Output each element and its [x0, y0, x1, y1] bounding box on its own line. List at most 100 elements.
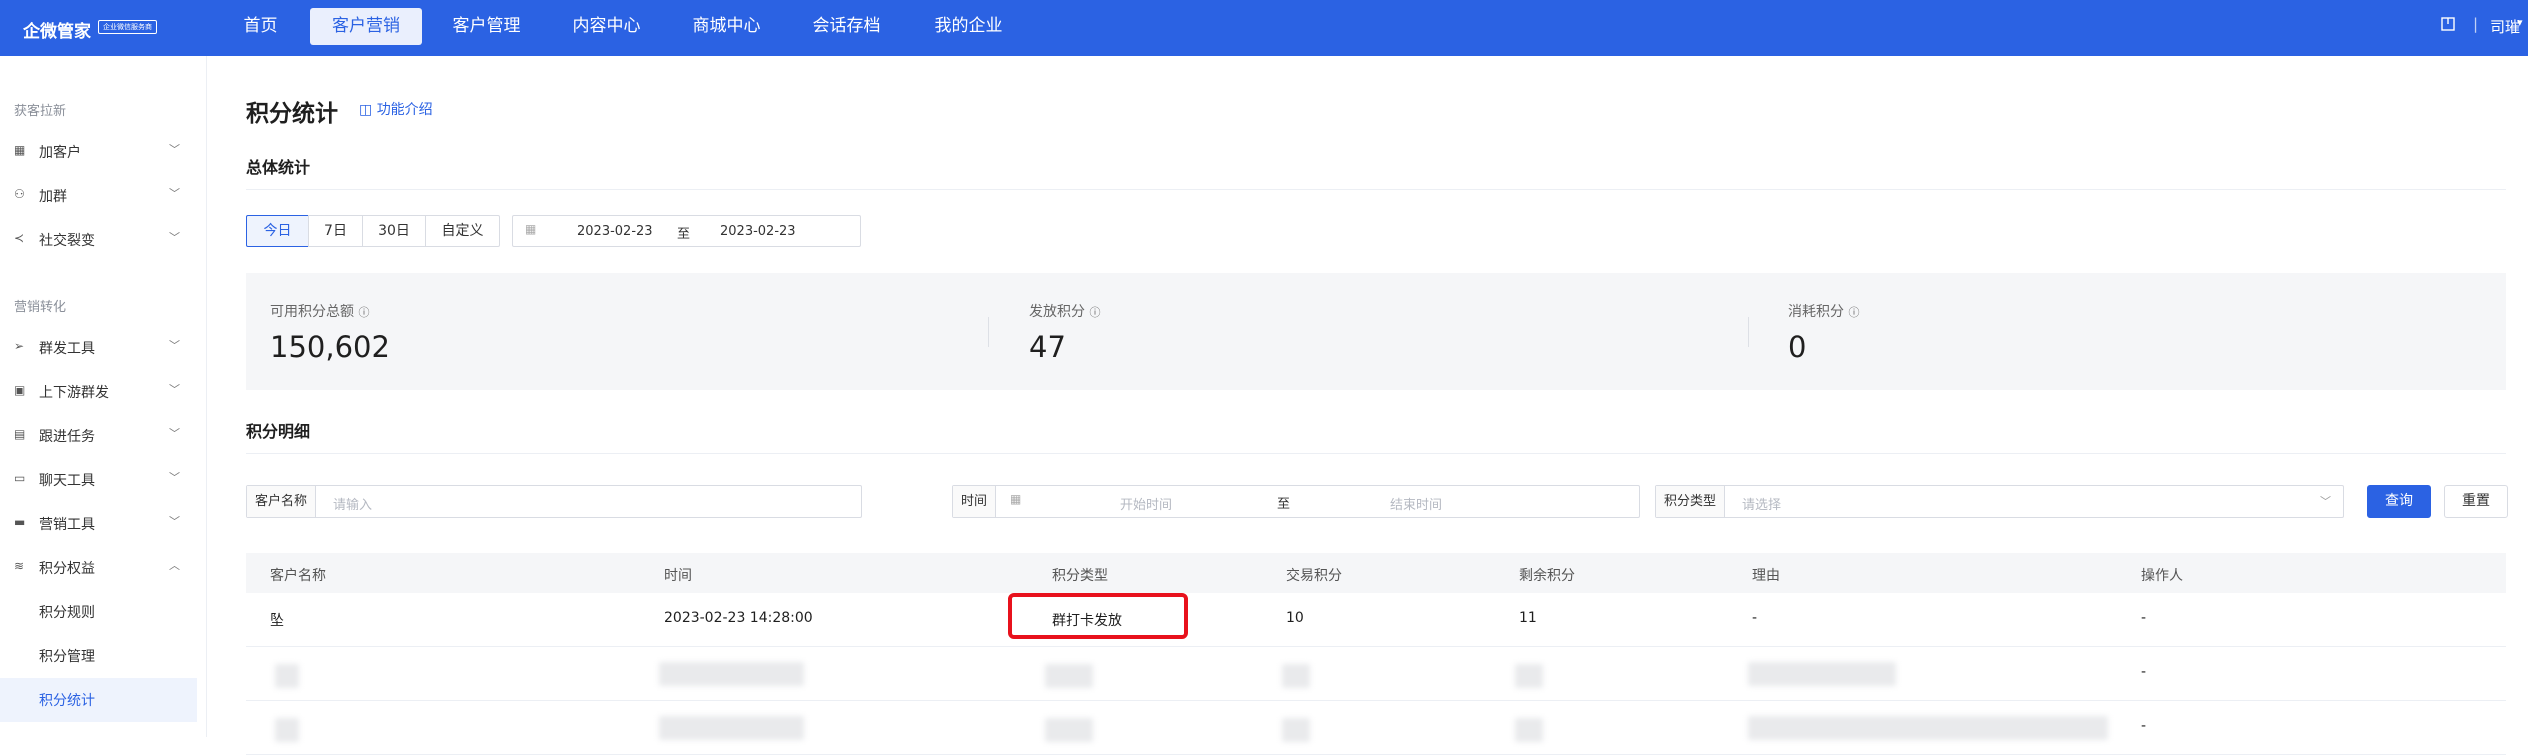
- date-end: 2023-02-23: [720, 224, 796, 239]
- redacted-cell: [1515, 664, 1543, 688]
- nav-mall-center[interactable]: 商城中心: [680, 8, 773, 45]
- nav-my-enterprise[interactable]: 我的企业: [922, 8, 1015, 45]
- cell-remaining-points: 11: [1519, 610, 1537, 626]
- chevron-down-icon: ﹀: [169, 427, 180, 440]
- nav-customer-management[interactable]: 客户管理: [440, 8, 533, 45]
- info-book-icon: ◫: [359, 102, 373, 118]
- date-separator: 至: [677, 227, 691, 242]
- sidebar-sub-points-rules[interactable]: 积分规则: [39, 602, 95, 622]
- page-title: 积分统计: [246, 101, 338, 127]
- annotation-highlight-box: [1008, 593, 1188, 639]
- sidebar-item-label: 跟进任务: [39, 429, 95, 445]
- user-plus-icon: ⚇: [14, 187, 25, 201]
- range-30-days[interactable]: 30日: [362, 215, 426, 247]
- send-icon: ➢: [14, 339, 25, 353]
- main-content: 积分统计 ◫ 功能介绍 总体统计 今日 7日 30日 自定义 ▦ 2023-02…: [207, 56, 2528, 755]
- sidebar-item-label: 上下游群发: [39, 385, 109, 401]
- stat-available-total-value: 150,602: [270, 330, 390, 364]
- col-operator: 操作人: [2141, 568, 2183, 584]
- time-separator: 至: [1277, 497, 1291, 512]
- redacted-cell: [275, 664, 299, 688]
- chevron-down-icon: ﹀: [169, 339, 180, 352]
- sidebar-item-label: 聊天工具: [39, 473, 95, 489]
- layers-icon: ≋: [14, 559, 25, 573]
- section-divider: [246, 189, 2506, 190]
- feature-intro-label: 功能介绍: [376, 102, 433, 118]
- time-start-input[interactable]: 开始时间: [1120, 494, 1172, 513]
- active-menu-highlight: [0, 678, 197, 722]
- stat-separator: [1748, 317, 1749, 347]
- nav-content-center[interactable]: 内容中心: [560, 8, 653, 45]
- nav-home[interactable]: 首页: [229, 8, 292, 45]
- points-type-select[interactable]: 请选择: [1742, 494, 1781, 513]
- top-separator: |: [2473, 15, 2479, 33]
- sidebar-item-label: 积分权益: [39, 561, 95, 577]
- time-end-input[interactable]: 结束时间: [1390, 494, 1442, 513]
- chat-icon: ▭: [14, 471, 26, 485]
- redacted-cell: [1282, 664, 1310, 688]
- date-start: 2023-02-23: [577, 224, 653, 239]
- redacted-cell: [1282, 718, 1310, 742]
- reset-button[interactable]: 重置: [2444, 485, 2508, 518]
- customer-name-input[interactable]: 请输入: [333, 494, 372, 513]
- cell-operator: -: [2141, 718, 2147, 734]
- info-icon: ⓘ: [1089, 306, 1101, 319]
- brand-name: 企微管家: [23, 22, 91, 42]
- top-navbar: 企微管家 企业微信服务商 首页 客户营销 客户管理 内容中心 商城中心 会话存档…: [0, 0, 2528, 56]
- chevron-down-icon: ﹀: [169, 515, 180, 528]
- chevron-down-icon: ﹀: [169, 187, 180, 200]
- user-name[interactable]: 司璀: [2490, 16, 2520, 37]
- monitor-icon: ▬: [14, 515, 26, 529]
- sidebar-item-label: 营销工具: [39, 517, 95, 533]
- sidebar-item-label: 社交裂变: [39, 233, 95, 249]
- redacted-cell: [1515, 718, 1543, 742]
- redacted-cell: [275, 718, 299, 742]
- table-header: 客户名称 时间 积分类型 交易积分 剩余积分 理由 操作人: [246, 553, 2506, 593]
- range-7-days[interactable]: 7日: [308, 215, 363, 247]
- nav-session-archive[interactable]: 会话存档: [800, 8, 893, 45]
- range-custom[interactable]: 自定义: [425, 215, 500, 247]
- row-divider: [246, 646, 2506, 647]
- sidebar-sub-points-statistics[interactable]: 积分统计: [39, 690, 95, 710]
- feature-intro-link[interactable]: ◫ 功能介绍: [359, 99, 433, 119]
- points-type-filter[interactable]: 积分类型 请选择 ﹀: [1655, 485, 2344, 518]
- redacted-cell: [1748, 716, 2108, 740]
- sidebar-group-conversion: 营销转化: [14, 300, 67, 315]
- building-icon: ▣: [14, 383, 26, 397]
- date-range-picker[interactable]: ▦ 2023-02-23 至 2023-02-23: [512, 215, 861, 247]
- share-icon: ≺: [14, 231, 25, 245]
- cell-transaction-points: 10: [1286, 610, 1304, 626]
- sidebar-sub-points-management[interactable]: 积分管理: [39, 646, 95, 666]
- redacted-cell: [659, 662, 804, 686]
- col-customer-name: 客户名称: [270, 568, 326, 584]
- cell-operator: -: [2141, 664, 2147, 680]
- time-filter[interactable]: 时间 ▦ 开始时间 至 结束时间: [952, 485, 1640, 518]
- customer-name-filter[interactable]: 客户名称 请输入: [246, 485, 862, 518]
- book-icon[interactable]: [2440, 16, 2456, 36]
- range-today[interactable]: 今日: [246, 215, 309, 247]
- redacted-cell: [1045, 664, 1093, 688]
- brand-badge: 企业微信服务商: [98, 20, 157, 34]
- redacted-cell: [1748, 662, 1896, 686]
- redacted-cell: [659, 716, 804, 740]
- overall-stats-title: 总体统计: [246, 158, 311, 177]
- grid-icon: ▦: [14, 143, 26, 157]
- task-icon: ▤: [14, 427, 26, 441]
- cell-customer-name: 坠: [270, 613, 284, 629]
- col-remaining-points: 剩余积分: [1519, 568, 1575, 584]
- sidebar-item-label: 加群: [39, 189, 67, 205]
- col-transaction-points: 交易积分: [1286, 568, 1342, 584]
- chevron-down-icon[interactable]: ▾: [2517, 16, 2523, 29]
- chevron-down-icon: ﹀: [2320, 495, 2331, 508]
- cell-operator: -: [2141, 610, 2147, 626]
- query-button[interactable]: 查询: [2367, 485, 2431, 518]
- section-divider: [246, 453, 2506, 454]
- nav-customer-marketing[interactable]: 客户营销: [310, 8, 422, 45]
- cell-time: 2023-02-23 14:28:00: [664, 610, 813, 626]
- calendar-icon: ▦: [1010, 492, 1022, 506]
- cell-reason: -: [1752, 610, 1758, 626]
- chevron-up-icon: ︿: [169, 559, 180, 572]
- col-time: 时间: [664, 568, 692, 584]
- stat-issued-value: 47: [1029, 330, 1066, 364]
- points-detail-title: 积分明细: [246, 422, 311, 441]
